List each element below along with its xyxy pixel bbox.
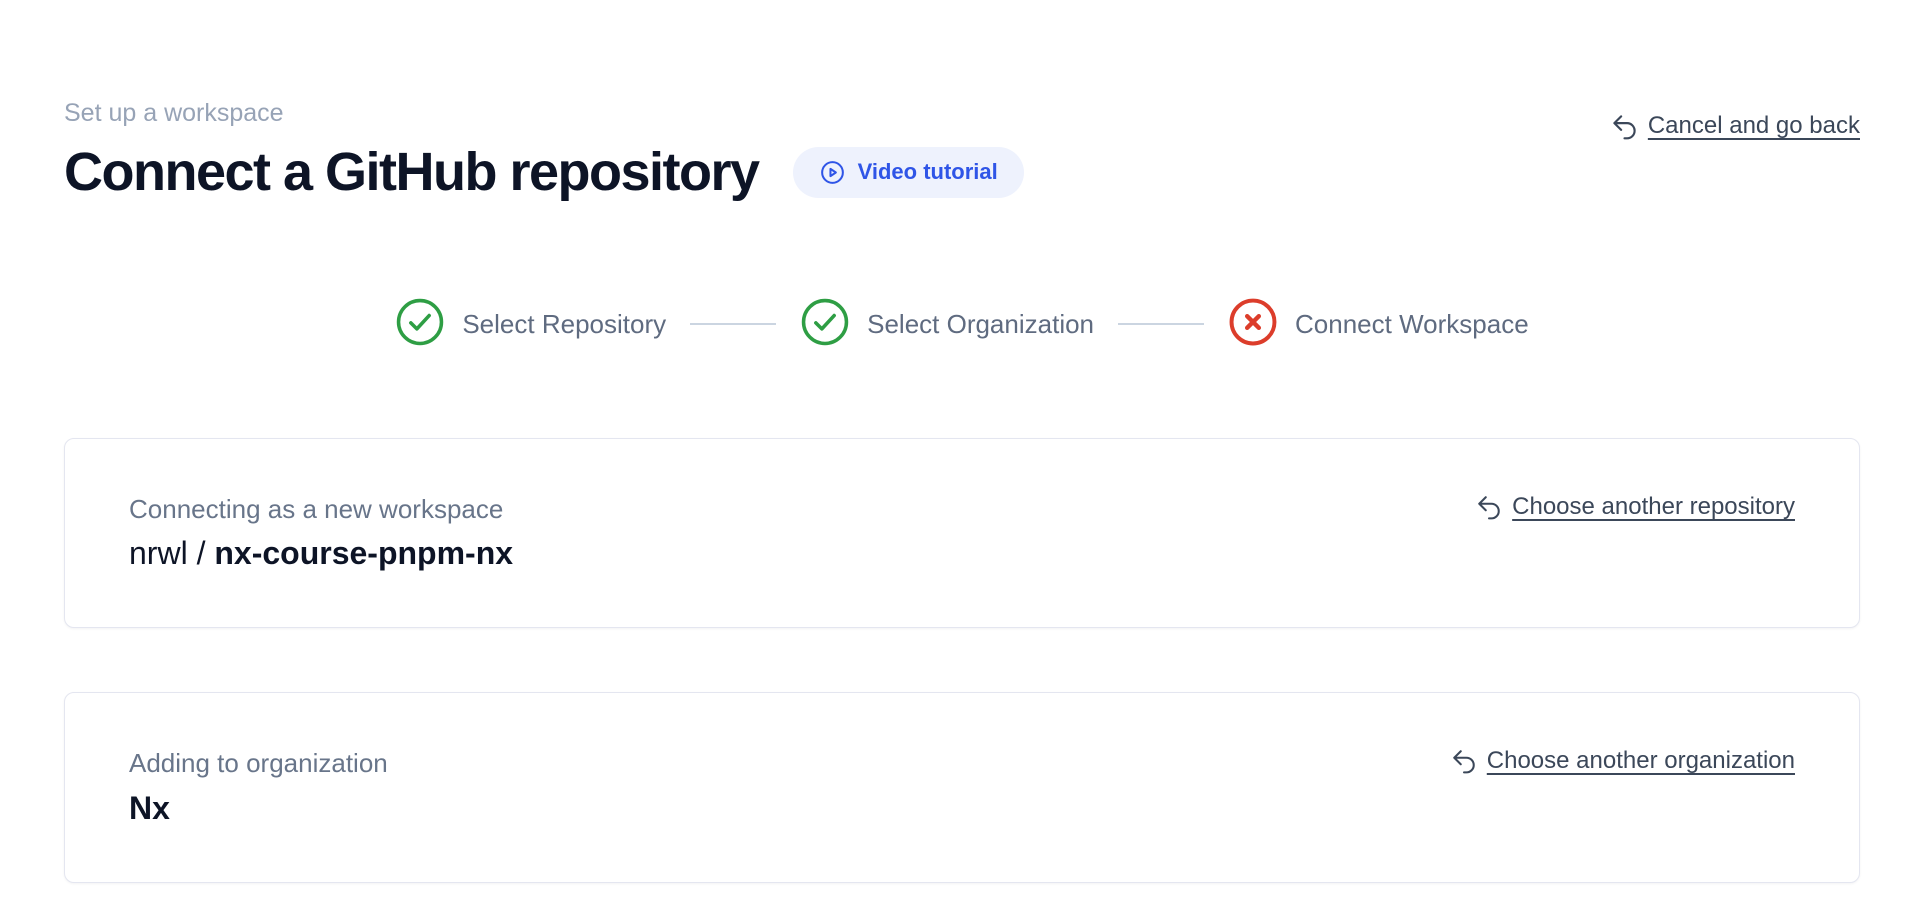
stepper-connector xyxy=(690,323,776,325)
step-label: Connect Workspace xyxy=(1295,309,1529,340)
repo-owner: nrwl xyxy=(129,535,188,571)
step-select-repository: Select Repository xyxy=(395,297,666,352)
organization-card: Adding to organization Nx Choose another… xyxy=(64,692,1860,883)
breadcrumb: Set up a workspace xyxy=(64,98,1024,128)
title-row: Connect a GitHub repository Video tutori… xyxy=(64,144,1024,201)
step-label: Select Repository xyxy=(462,309,666,340)
video-tutorial-label: Video tutorial xyxy=(858,159,998,185)
organization-card-label: Adding to organization xyxy=(129,747,388,780)
undo-arrow-icon xyxy=(1611,113,1638,140)
check-circle-icon xyxy=(395,297,445,352)
repository-card-label: Connecting as a new workspace xyxy=(129,493,513,526)
repository-name: nrwl / nx-course-pnpm-nx xyxy=(129,533,513,573)
organization-card-info: Adding to organization Nx xyxy=(129,747,388,828)
choose-another-repository-label: Choose another repository xyxy=(1512,493,1795,521)
step-select-organization: Select Organization xyxy=(800,297,1094,352)
organization-name: Nx xyxy=(129,788,388,828)
play-circle-icon xyxy=(819,159,846,186)
step-label: Select Organization xyxy=(867,309,1094,340)
cancel-and-go-back-label: Cancel and go back xyxy=(1648,112,1860,140)
choose-another-organization-label: Choose another organization xyxy=(1487,747,1795,775)
stepper-connector xyxy=(1118,323,1204,325)
setup-workspace-page: Set up a workspace Connect a GitHub repo… xyxy=(0,0,1924,924)
undo-arrow-icon xyxy=(1476,494,1502,520)
repository-card-info: Connecting as a new workspace nrwl / nx-… xyxy=(129,493,513,574)
cancel-and-go-back-link[interactable]: Cancel and go back xyxy=(1611,112,1860,140)
repo-name: nx-course-pnpm-nx xyxy=(214,535,513,571)
repository-card: Connecting as a new workspace nrwl / nx-… xyxy=(64,438,1860,629)
step-connect-workspace: Connect Workspace xyxy=(1228,297,1529,352)
undo-arrow-icon xyxy=(1451,748,1477,774)
header-left: Set up a workspace Connect a GitHub repo… xyxy=(64,98,1024,201)
x-circle-icon xyxy=(1228,297,1278,352)
page-title: Connect a GitHub repository xyxy=(64,144,759,201)
page-header: Set up a workspace Connect a GitHub repo… xyxy=(64,98,1860,201)
progress-stepper: Select Repository Select Organization Co… xyxy=(64,297,1860,352)
choose-another-repository-link[interactable]: Choose another repository xyxy=(1476,493,1795,521)
video-tutorial-button[interactable]: Video tutorial xyxy=(793,147,1024,198)
repo-separator: / xyxy=(197,535,215,571)
check-circle-icon xyxy=(800,297,850,352)
choose-another-organization-link[interactable]: Choose another organization xyxy=(1451,747,1795,775)
